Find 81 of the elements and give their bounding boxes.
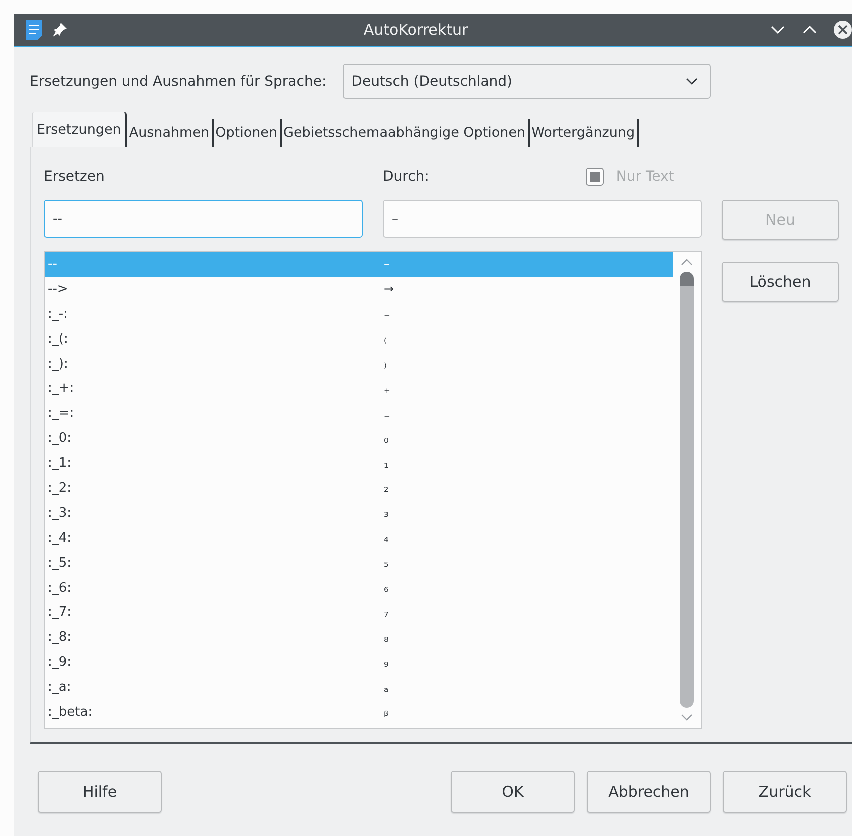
list-cell: →: [384, 282, 394, 296]
list-row[interactable]: :_=: ₌: [45, 401, 673, 426]
list-row[interactable]: :_3: ₃: [45, 500, 673, 526]
list-row[interactable]: :_0: ₀: [45, 426, 673, 452]
list-row[interactable]: :_(: ₍: [45, 326, 673, 352]
list-cell-text: -->: [47, 282, 70, 297]
list-row[interactable]: :_4: ₄: [45, 526, 673, 551]
list-row[interactable]: :_6: ₆: [45, 576, 673, 600]
list-row[interactable]: :_7: ₇: [45, 600, 673, 626]
list-cell-text: :_beta:: [47, 704, 94, 720]
chevron-down-icon: [686, 78, 698, 86]
list-cell-text: :_=:: [47, 406, 76, 422]
scroll-down-icon[interactable]: [681, 714, 693, 722]
list-row[interactable]: :_beta: ᵦ: [45, 700, 673, 725]
list-cell: ₀: [384, 432, 389, 446]
list-cell-text: :_(:: [47, 332, 70, 347]
list-cell: ₋: [384, 307, 390, 322]
list-cell-text: :_1:: [47, 456, 73, 472]
checkbox-label: Nur Text: [616, 169, 674, 185]
list-row[interactable]: :_9: ₉: [45, 650, 673, 676]
list-cell-text: :_3:: [47, 506, 73, 521]
list-row[interactable]: :_2: ₂: [45, 476, 673, 501]
list-cell: ₄: [384, 531, 389, 546]
dialog-button[interactable]: Zurück: [723, 771, 847, 813]
replace-label: Ersetzen: [44, 169, 106, 185]
scroll-up-icon[interactable]: [681, 258, 693, 266]
list-cell: ₆: [384, 581, 389, 596]
list-cell-text: :_):: [47, 356, 70, 372]
list-row[interactable]: :_a: ₐ: [45, 675, 673, 700]
list-row[interactable]: :_+: ₊: [45, 376, 673, 402]
list-cell-text: :_2:: [47, 480, 73, 496]
list-cell: ₐ: [384, 680, 389, 695]
list-cell-text: :_+:: [47, 381, 76, 396]
list-cell-text: --: [47, 256, 58, 272]
list-cell: ₍: [384, 332, 387, 346]
list-row[interactable]: :_-: ₋: [45, 302, 673, 327]
list-cell-text: :_a:: [47, 680, 72, 696]
list-row[interactable]: :_1: ₁: [45, 451, 673, 476]
list-cell: ᵦ: [384, 705, 389, 720]
list-cell-text: :_6:: [47, 580, 73, 596]
dialog-button[interactable]: Löschen: [722, 262, 839, 302]
pin-icon[interactable]: [52, 22, 68, 38]
list-cell: ₃: [384, 506, 389, 520]
list-cell-text: :_9:: [47, 655, 73, 670]
list-row[interactable]: :_8: ₈: [45, 625, 673, 650]
list-cell: ₎: [384, 357, 387, 371]
window-title: AutoKorrektur: [362, 21, 470, 39]
tab[interactable]: Ausnahmen: [127, 119, 214, 147]
with-field[interactable]: –: [383, 200, 702, 238]
document-icon: [26, 20, 42, 40]
list-cell-text: :_-:: [47, 306, 69, 322]
language-label: Ersetzungen und Ausnahmen für Sprache:: [30, 74, 327, 90]
dialog-button[interactable]: Hilfe: [38, 771, 162, 813]
tab[interactable]: Gebietsschemaabhängige Optionen: [282, 119, 530, 147]
tab[interactable]: Optionen: [214, 119, 282, 147]
list-cell: ₉: [384, 656, 389, 670]
dialog-button[interactable]: Abbrechen: [587, 771, 711, 813]
list-cell: ₂: [384, 481, 389, 496]
list-cell: –: [384, 257, 390, 272]
tab[interactable]: Ersetzungen: [32, 112, 128, 147]
list-cell: ₇: [384, 606, 389, 620]
replace-field[interactable]: --: [44, 200, 363, 238]
list-row[interactable]: :_): ₎: [45, 352, 673, 376]
list-cell: ₌: [384, 406, 390, 421]
scrollbar-thumb[interactable]: [680, 272, 694, 708]
dialog-button[interactable]: OK: [451, 771, 575, 813]
close-icon[interactable]: [834, 21, 852, 39]
list-cell-text: :_5:: [47, 556, 73, 571]
list-row[interactable]: :_5: ₅: [45, 550, 673, 576]
list-row[interactable]: --> →: [45, 276, 673, 302]
list-cell-text: :_7:: [47, 605, 73, 620]
language-dropdown[interactable]: Deutsch (Deutschland): [342, 64, 711, 99]
list-cell-text: :_8:: [47, 630, 73, 646]
list-cell: ₅: [384, 556, 389, 570]
list-cell-text: :_0:: [47, 431, 73, 446]
with-label: Durch:: [383, 169, 430, 185]
list-cell: ₊: [384, 382, 390, 396]
list-cell-text: :_4:: [47, 530, 73, 546]
list-cell: ₈: [384, 630, 389, 645]
list-cell: ₁: [384, 456, 389, 471]
tab[interactable]: Wortergänzung: [530, 119, 640, 147]
